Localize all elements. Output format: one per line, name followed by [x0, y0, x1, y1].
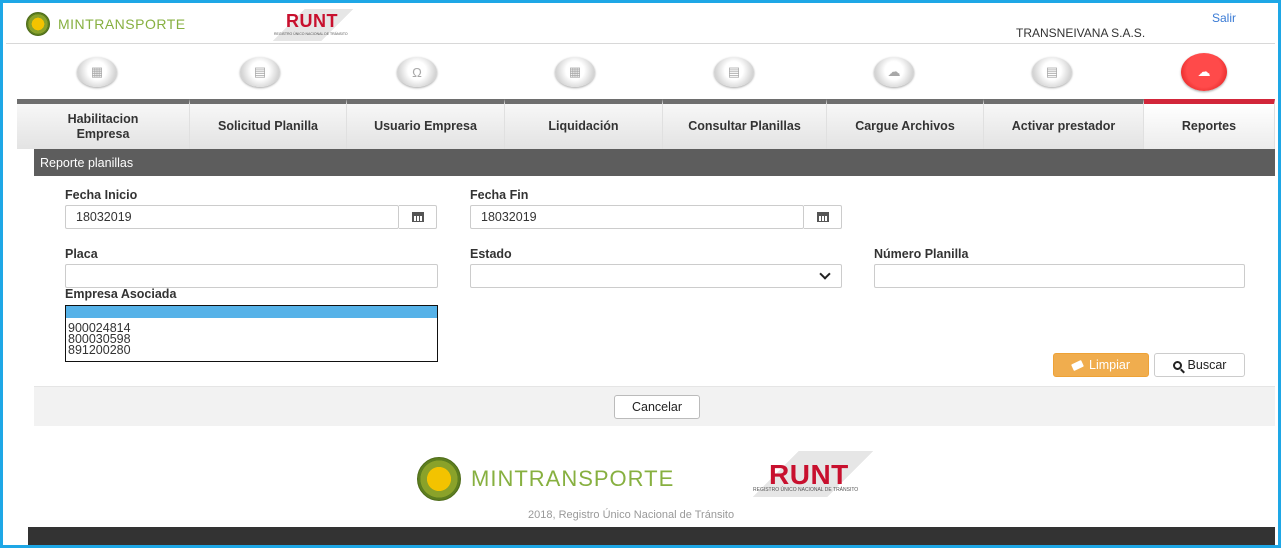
eraser-icon [1071, 359, 1084, 371]
building-icon[interactable]: ▦ [77, 57, 117, 87]
fecha-inicio-calendar-button[interactable] [399, 205, 437, 229]
module-icons-row: ▦ ▤ Ω ▦ ▤ ☁ ▤ ☁ [17, 53, 1275, 95]
runt-logo-subtitle: REGISTRO ÚNICO NACIONAL DE TRÁNSITO [274, 32, 348, 36]
document-glyph: ▤ [253, 64, 267, 79]
cloud-upload-active-glyph: ☁ [1197, 64, 1211, 79]
footer-mintransporte-logo: MINTRANSPORTE [417, 457, 674, 501]
limpiar-label: Limpiar [1089, 358, 1130, 372]
placa-label: Placa [65, 247, 98, 261]
mintransporte-text: MINTRANSPORTE [58, 16, 186, 32]
bottom-dark-bar [28, 527, 1275, 545]
estado-label: Estado [470, 247, 512, 261]
numero-planilla-label: Número Planilla [874, 247, 969, 261]
copyright-text: 2018, Registro Único Nacional de Tránsit… [528, 509, 735, 521]
building-glyph: ▦ [90, 64, 104, 79]
buscar-label: Buscar [1187, 358, 1227, 372]
footer-mintransporte-text: MINTRANSPORTE [471, 466, 675, 491]
user-icon[interactable]: Ω [397, 57, 437, 87]
runt-logo: RUNT REGISTRO ÚNICO NACIONAL DE TRÁNSITO [268, 9, 358, 41]
search-icon [1172, 360, 1182, 370]
empresa-asociada-label: Empresa Asociada [65, 287, 177, 301]
tab-activar-prestador[interactable]: Activar prestador [984, 99, 1144, 149]
placa-input[interactable] [65, 264, 438, 288]
tab-usuario-empresa[interactable]: Usuario Empresa [347, 99, 505, 149]
panel-title: Reporte planillas [34, 149, 1275, 176]
company-name: TRANSNEIVANA S.A.S. [1016, 26, 1146, 40]
listbox-option[interactable]: 891200280 [66, 344, 437, 357]
numero-planilla-input[interactable] [874, 264, 1245, 288]
logout-link[interactable]: Salir [1212, 11, 1236, 25]
search-document-glyph: ▤ [727, 64, 741, 79]
document-check-icon[interactable]: ▤ [1032, 57, 1072, 87]
fecha-fin-label: Fecha Fin [470, 188, 529, 202]
search-document-icon[interactable]: ▤ [714, 57, 754, 87]
runt-logo-text: RUNT [286, 11, 338, 31]
user-glyph: Ω [412, 64, 422, 80]
colombia-seal-icon [26, 12, 50, 36]
cloud-upload-icon[interactable]: ☁ [874, 57, 914, 87]
tab-solicitud-planilla[interactable]: Solicitud Planilla [190, 99, 347, 149]
cloud-upload-glyph: ☁ [887, 64, 901, 79]
calculator-glyph: ▦ [568, 64, 582, 79]
module-tabs: Habilitacion Empresa Solicitud Planilla … [17, 99, 1275, 149]
tab-habilitacion-empresa[interactable]: Habilitacion Empresa [17, 99, 190, 149]
calendar-icon [411, 212, 424, 222]
fecha-inicio-label: Fecha Inicio [65, 188, 138, 202]
fecha-inicio-input[interactable] [65, 205, 399, 229]
listbox-selected-empty-option[interactable] [66, 306, 437, 318]
fecha-fin-input[interactable] [470, 205, 804, 229]
app-frame: MINTRANSPORTE RUNT REGISTRO ÚNICO NACION… [0, 0, 1281, 548]
calculator-icon[interactable]: ▦ [555, 57, 595, 87]
footer-runt-logo: RUNT REGISTRO ÚNICO NACIONAL DE TRÁNSITO [743, 451, 883, 497]
limpiar-button[interactable]: Limpiar [1053, 353, 1149, 377]
buscar-button[interactable]: Buscar [1154, 353, 1245, 377]
colombia-seal-icon [417, 457, 461, 501]
footer-runt-logo-subtitle: REGISTRO ÚNICO NACIONAL DE TRÁNSITO [753, 487, 859, 493]
tab-cargue-archivos[interactable]: Cargue Archivos [827, 99, 984, 149]
mintransporte-logo: MINTRANSPORTE [26, 12, 186, 36]
tab-reportes[interactable]: Reportes [1144, 99, 1275, 149]
top-header: MINTRANSPORTE RUNT REGISTRO ÚNICO NACION… [6, 6, 1275, 44]
tab-consultar-planillas[interactable]: Consultar Planillas [663, 99, 827, 149]
chevron-down-icon [819, 268, 831, 280]
fecha-fin-calendar-button[interactable] [804, 205, 842, 229]
document-icon[interactable]: ▤ [240, 57, 280, 87]
cloud-upload-active-icon[interactable]: ☁ [1181, 53, 1227, 91]
document-check-glyph: ▤ [1045, 64, 1059, 79]
estado-select[interactable] [470, 264, 842, 288]
tab-liquidacion[interactable]: Liquidación [505, 99, 663, 149]
cancelar-button[interactable]: Cancelar [614, 395, 700, 419]
calendar-icon [816, 212, 829, 222]
empresa-asociada-listbox[interactable]: 900024814 800030598 891200280 [65, 305, 438, 362]
